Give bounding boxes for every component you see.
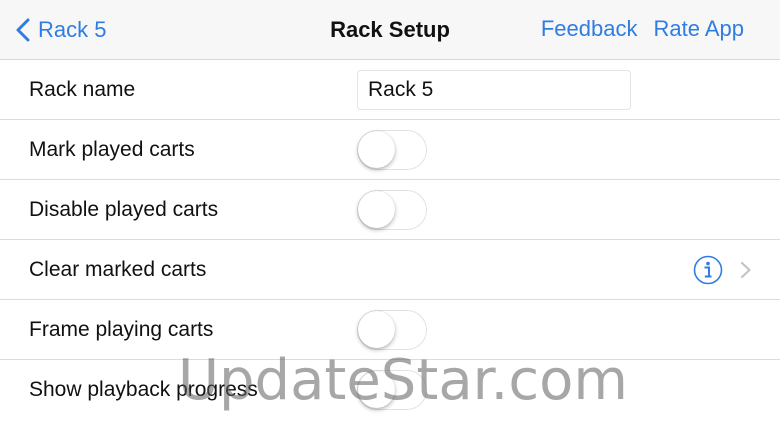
- disable-played-carts-row: Disable played carts: [0, 180, 780, 240]
- mark-played-carts-label: Mark played carts: [29, 138, 195, 161]
- show-playback-progress-row: Show playback progress: [0, 360, 780, 420]
- toggle-knob: [358, 131, 395, 168]
- rack-name-row: Rack name: [0, 60, 780, 120]
- show-playback-progress-toggle[interactable]: [357, 370, 427, 410]
- chevron-left-icon: [16, 18, 30, 42]
- rack-name-input[interactable]: [357, 70, 631, 110]
- disable-played-carts-label: Disable played carts: [29, 198, 219, 221]
- navigation-bar: Rack 5 Rack Setup Feedback Rate App: [0, 0, 780, 60]
- rate-app-button[interactable]: Rate App: [653, 16, 744, 42]
- clear-marked-carts-label: Clear marked carts: [29, 258, 207, 281]
- settings-list: Rack name Mark played carts Disable play…: [0, 60, 780, 420]
- frame-playing-carts-row: Frame playing carts: [0, 300, 780, 360]
- toggle-knob: [358, 371, 395, 408]
- back-button[interactable]: Rack 5: [16, 14, 106, 46]
- frame-playing-carts-toggle[interactable]: [357, 310, 427, 350]
- toggle-knob: [358, 311, 395, 348]
- mark-played-carts-row: Mark played carts: [0, 120, 780, 180]
- disable-played-carts-toggle[interactable]: [357, 190, 427, 230]
- back-button-label: Rack 5: [38, 17, 107, 42]
- frame-playing-carts-label: Frame playing carts: [29, 318, 214, 341]
- info-icon[interactable]: [693, 255, 723, 285]
- show-playback-progress-label: Show playback progress: [29, 378, 258, 401]
- clear-marked-carts-row[interactable]: Clear marked carts: [0, 240, 780, 300]
- feedback-button[interactable]: Feedback: [541, 16, 638, 42]
- chevron-right-icon: [740, 261, 751, 279]
- rack-name-label: Rack name: [29, 78, 136, 101]
- mark-played-carts-toggle[interactable]: [357, 130, 427, 170]
- toggle-knob: [358, 191, 395, 228]
